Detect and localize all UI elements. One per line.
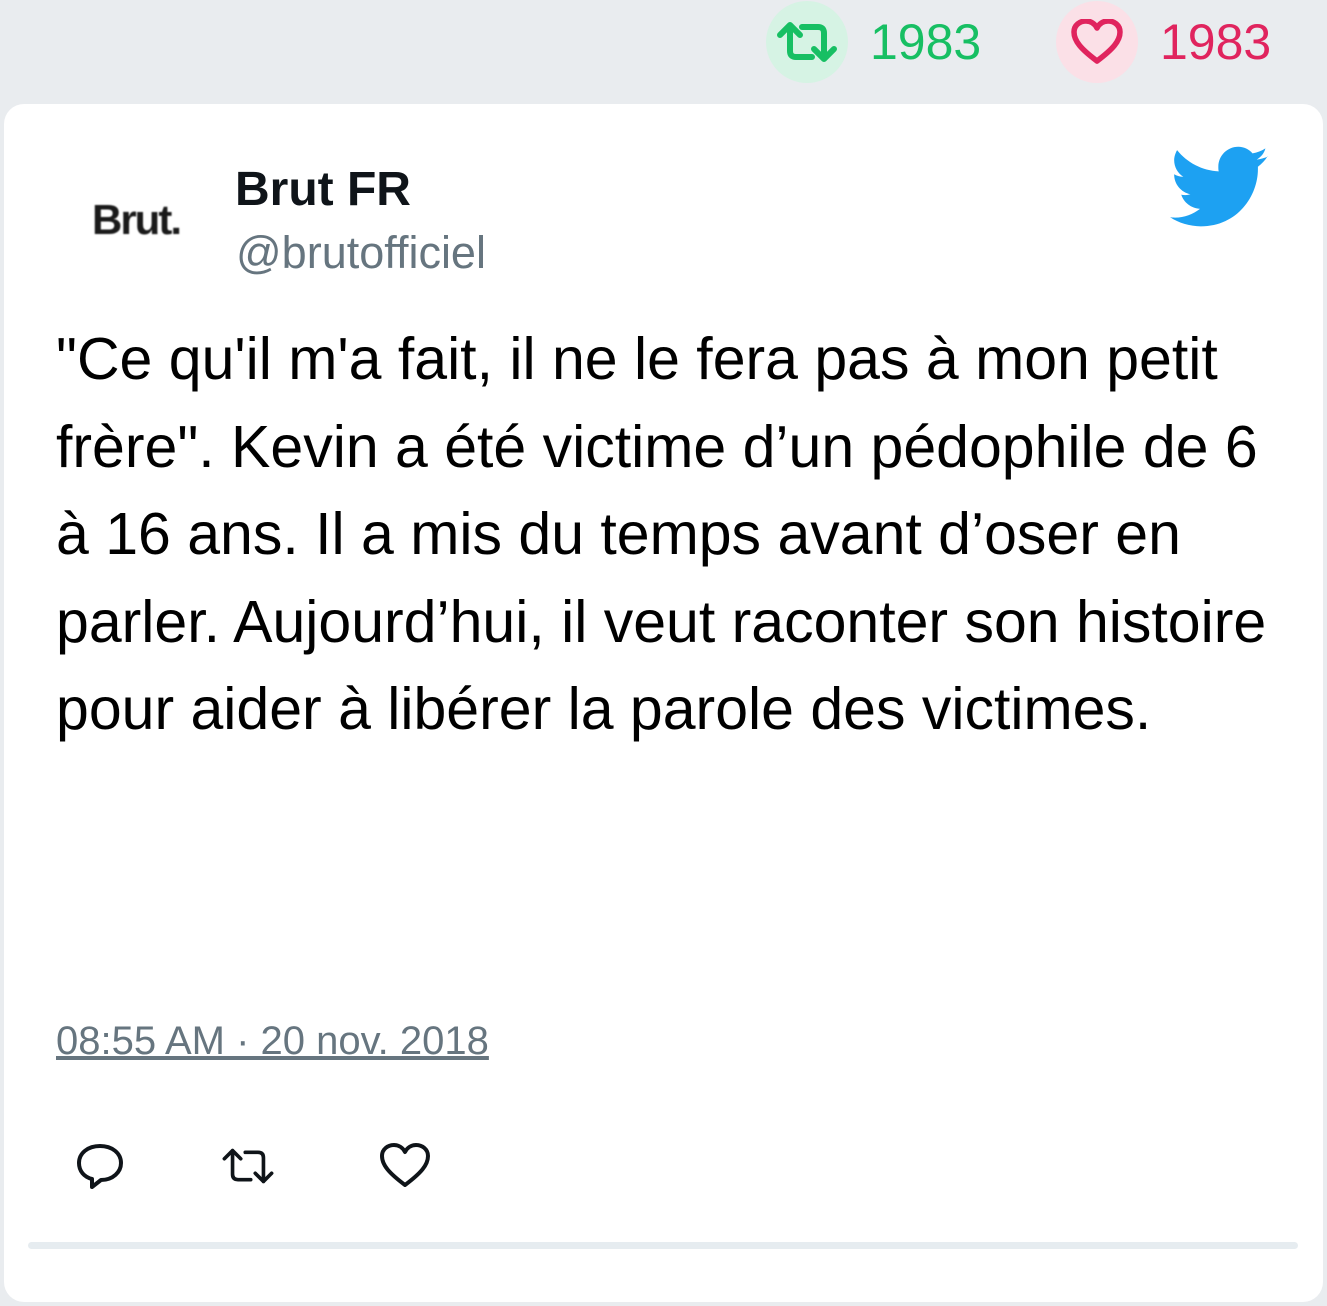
retweet-stat[interactable]: 1983 xyxy=(766,0,981,84)
heart-icon[interactable] xyxy=(1056,1,1138,83)
tweet-timestamp[interactable]: 08:55 AM · 20 nov. 2018 xyxy=(56,1021,489,1061)
tweet-page: 1983 1983 Brut. Brut FR @brutofficiel "C… xyxy=(0,0,1327,1306)
retweet-action-icon[interactable] xyxy=(218,1136,278,1196)
like-count: 1983 xyxy=(1160,14,1272,70)
like-stat[interactable]: 1983 xyxy=(1056,0,1271,84)
engagement-summary: 1983 1983 xyxy=(0,0,1327,90)
divider xyxy=(28,1242,1298,1249)
avatar[interactable]: Brut. xyxy=(74,158,198,282)
twitter-bird-icon[interactable] xyxy=(1170,146,1270,230)
tweet-text: "Ce qu'il m'a fait, il ne le fera pas à … xyxy=(56,326,1267,742)
reply-icon[interactable] xyxy=(70,1136,130,1196)
retweet-icon[interactable] xyxy=(766,1,848,83)
author-name[interactable]: Brut FR xyxy=(235,166,411,214)
author-handle[interactable]: @brutofficiel xyxy=(236,230,486,275)
like-action-icon[interactable] xyxy=(375,1136,435,1196)
retweet-count: 1983 xyxy=(870,14,982,70)
